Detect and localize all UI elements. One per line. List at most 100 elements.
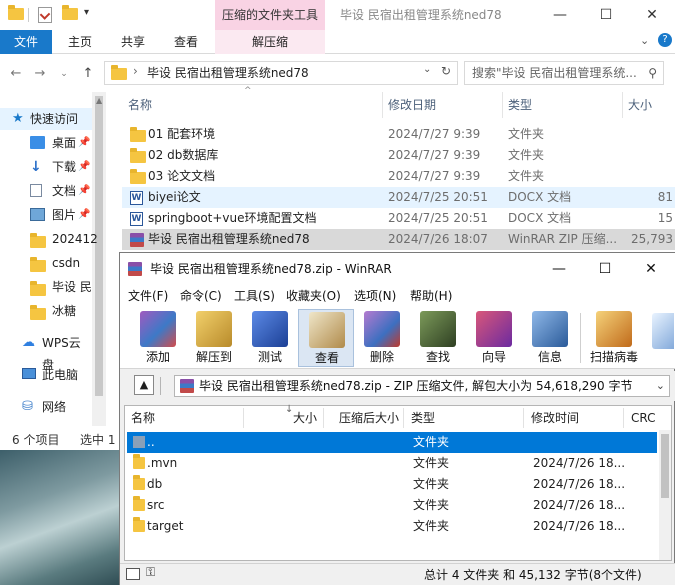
tab-share[interactable]: 共享 (121, 30, 145, 54)
tab-home[interactable]: 主页 (68, 30, 92, 54)
column-divider[interactable] (622, 92, 623, 118)
tab-extract[interactable]: 解压缩 (215, 30, 325, 54)
minimize-icon[interactable]: — (536, 253, 582, 285)
winrar-toolbar: 添加 解压到 测试 查看 删除 查找 向导 信息 扫描病毒 (120, 307, 675, 369)
search-input[interactable]: 搜索"毕设 民宿出租管理系统... ⚲ (464, 61, 664, 85)
sidebar-item-folder-202412[interactable]: 202412 (0, 228, 98, 250)
menu-favorites[interactable]: 收藏夹(O) (286, 285, 341, 307)
view-button[interactable]: 查看 (298, 309, 354, 367)
folder-icon[interactable] (8, 5, 26, 24)
column-header-modified[interactable]: 修改时间 (531, 406, 579, 430)
column-header-type[interactable]: 类型 (411, 406, 435, 430)
sidebar-item-folder-csdn[interactable]: csdn (0, 252, 92, 274)
archive-row[interactable]: db 文件夹 2024/7/26 18... (127, 474, 657, 495)
forward-icon[interactable]: → (30, 64, 50, 84)
wizard-button[interactable]: 向导 (466, 309, 522, 367)
column-divider[interactable] (623, 408, 624, 428)
desktop-wallpaper (0, 450, 122, 585)
scan-virus-button[interactable]: 扫描病毒 (582, 309, 646, 367)
add-button[interactable]: 添加 (130, 309, 186, 367)
column-header-type[interactable]: 类型 (508, 96, 532, 114)
breadcrumb[interactable]: 毕设 民宿出租管理系统ned78 (147, 62, 309, 84)
column-header-packed[interactable]: 压缩后大小 (339, 406, 399, 430)
scroll-up-icon[interactable]: ▲ (96, 96, 102, 105)
column-header-crc[interactable]: CRC (631, 406, 656, 430)
breadcrumb-chevron-icon[interactable]: › (133, 64, 138, 78)
archive-path-text: 毕设 民宿出租管理系统ned78.zip - ZIP 压缩文件, 解包大小为 5… (199, 379, 633, 393)
file-row[interactable]: 03 论文文档 2024/7/27 9:39 文件夹 (122, 166, 675, 187)
info-button[interactable]: 信息 (522, 309, 578, 367)
menu-commands[interactable]: 命令(C) (180, 285, 222, 307)
archive-list-scroll-thumb[interactable] (661, 434, 669, 498)
file-row[interactable]: W biyei论文 2024/7/25 20:51 DOCX 文档 81 (122, 187, 675, 208)
menu-file[interactable]: 文件(F) (128, 285, 168, 307)
ribbon-expand-icon[interactable]: ⌄ (640, 34, 649, 47)
sidebar-item-pictures[interactable]: 图片 📌 (0, 204, 92, 226)
address-bar[interactable]: › 毕设 民宿出租管理系统ned78 ⌄ ↻ (104, 61, 458, 85)
menu-options[interactable]: 选项(N) (354, 285, 396, 307)
close-icon[interactable]: ✕ (628, 253, 674, 285)
refresh-icon[interactable]: ↻ (441, 64, 451, 78)
column-divider[interactable] (382, 92, 383, 118)
back-icon[interactable]: ← (6, 64, 26, 84)
column-header-name[interactable]: 名称 (131, 406, 155, 430)
archive-row[interactable]: src 文件夹 2024/7/26 18... (127, 495, 657, 516)
column-divider[interactable] (502, 92, 503, 118)
file-size: 81 (657, 190, 673, 204)
sidebar-item-quick-access[interactable]: ★ 快速访问 (0, 108, 92, 130)
column-divider[interactable] (523, 408, 524, 428)
archive-row[interactable]: .. 文件夹 (127, 432, 657, 453)
column-divider[interactable] (323, 408, 324, 428)
path-dropdown-icon[interactable]: ⌄ (656, 376, 665, 396)
help-icon[interactable]: ? (658, 33, 672, 47)
sidebar-item-network[interactable]: ⛁ 网络 (0, 396, 92, 418)
find-button[interactable]: 查找 (410, 309, 466, 367)
column-divider[interactable] (243, 408, 244, 428)
column-header-size[interactable]: 大小 (628, 96, 652, 114)
up-icon[interactable]: ↑ (78, 64, 98, 84)
column-divider[interactable] (403, 408, 404, 428)
minimize-icon[interactable]: — (537, 0, 583, 30)
tab-view[interactable]: 查看 (174, 30, 198, 54)
address-dropdown-icon[interactable]: ⌄ (423, 64, 431, 75)
sidebar-item-downloads[interactable]: ↓ 下载 📌 (0, 156, 92, 178)
sidebar-item-label: 图片 (52, 208, 77, 222)
column-header-name[interactable]: 名称 (128, 96, 152, 114)
column-header-size[interactable]: 大小 (293, 406, 317, 430)
delete-button[interactable]: 删除 (354, 309, 410, 367)
test-icon (252, 311, 288, 347)
archive-row[interactable]: .mvn 文件夹 2024/7/26 18... (127, 453, 657, 474)
sidebar-item-wps-cloud[interactable]: ☁ WPS云盘 (0, 332, 92, 372)
recent-locations-icon[interactable]: ⌄ (54, 64, 74, 84)
test-button[interactable]: 测试 (242, 309, 298, 367)
title-divider (28, 8, 29, 22)
key-icon[interactable]: ⚿ (146, 565, 155, 580)
menu-tools[interactable]: 工具(S) (234, 285, 275, 307)
file-row[interactable]: 01 配套环境 2024/7/27 9:39 文件夹 (122, 124, 675, 145)
properties-icon[interactable] (38, 7, 52, 23)
column-header-modified[interactable]: 修改日期 (388, 96, 436, 114)
sidebar-item-this-pc[interactable]: 此电脑 (0, 364, 92, 386)
customize-toolbar-icon[interactable]: ▾ (84, 7, 89, 18)
tab-file[interactable]: 文件 (0, 30, 52, 54)
menu-help[interactable]: 帮助(H) (410, 285, 452, 307)
maximize-icon[interactable]: ☐ (582, 253, 628, 285)
maximize-icon[interactable]: ☐ (583, 0, 629, 30)
sidebar-item-folder-bishe[interactable]: 毕设 民 (0, 276, 92, 298)
sidebar-item-documents[interactable]: 文档 📌 (0, 180, 92, 202)
item-count: 6 个项目 (12, 433, 60, 447)
close-icon[interactable]: ✕ (629, 0, 675, 30)
file-row[interactable]: W springboot+vue环境配置文档 2024/7/25 20:51 D… (122, 208, 675, 229)
toolbar-overflow[interactable] (650, 313, 674, 363)
archive-row[interactable]: target 文件夹 2024/7/26 18... (127, 516, 657, 537)
up-one-level-icon[interactable]: ▲ (134, 375, 154, 395)
file-row[interactable]: 毕设 民宿出租管理系统ned78 2024/7/26 18:07 WinRAR … (122, 229, 675, 250)
new-folder-icon[interactable] (62, 5, 80, 24)
wizard-icon (476, 311, 512, 347)
extract-to-button[interactable]: 解压到 (186, 309, 242, 367)
archive-path-field[interactable]: 毕设 民宿出租管理系统ned78.zip - ZIP 压缩文件, 解包大小为 5… (174, 375, 670, 397)
drive-icon[interactable] (126, 568, 140, 580)
sidebar-item-folder-bingtang[interactable]: 冰糖 (0, 300, 92, 322)
sidebar-item-desktop[interactable]: 桌面 📌 (0, 132, 92, 154)
file-row[interactable]: 02 db数据库 2024/7/27 9:39 文件夹 (122, 145, 675, 166)
